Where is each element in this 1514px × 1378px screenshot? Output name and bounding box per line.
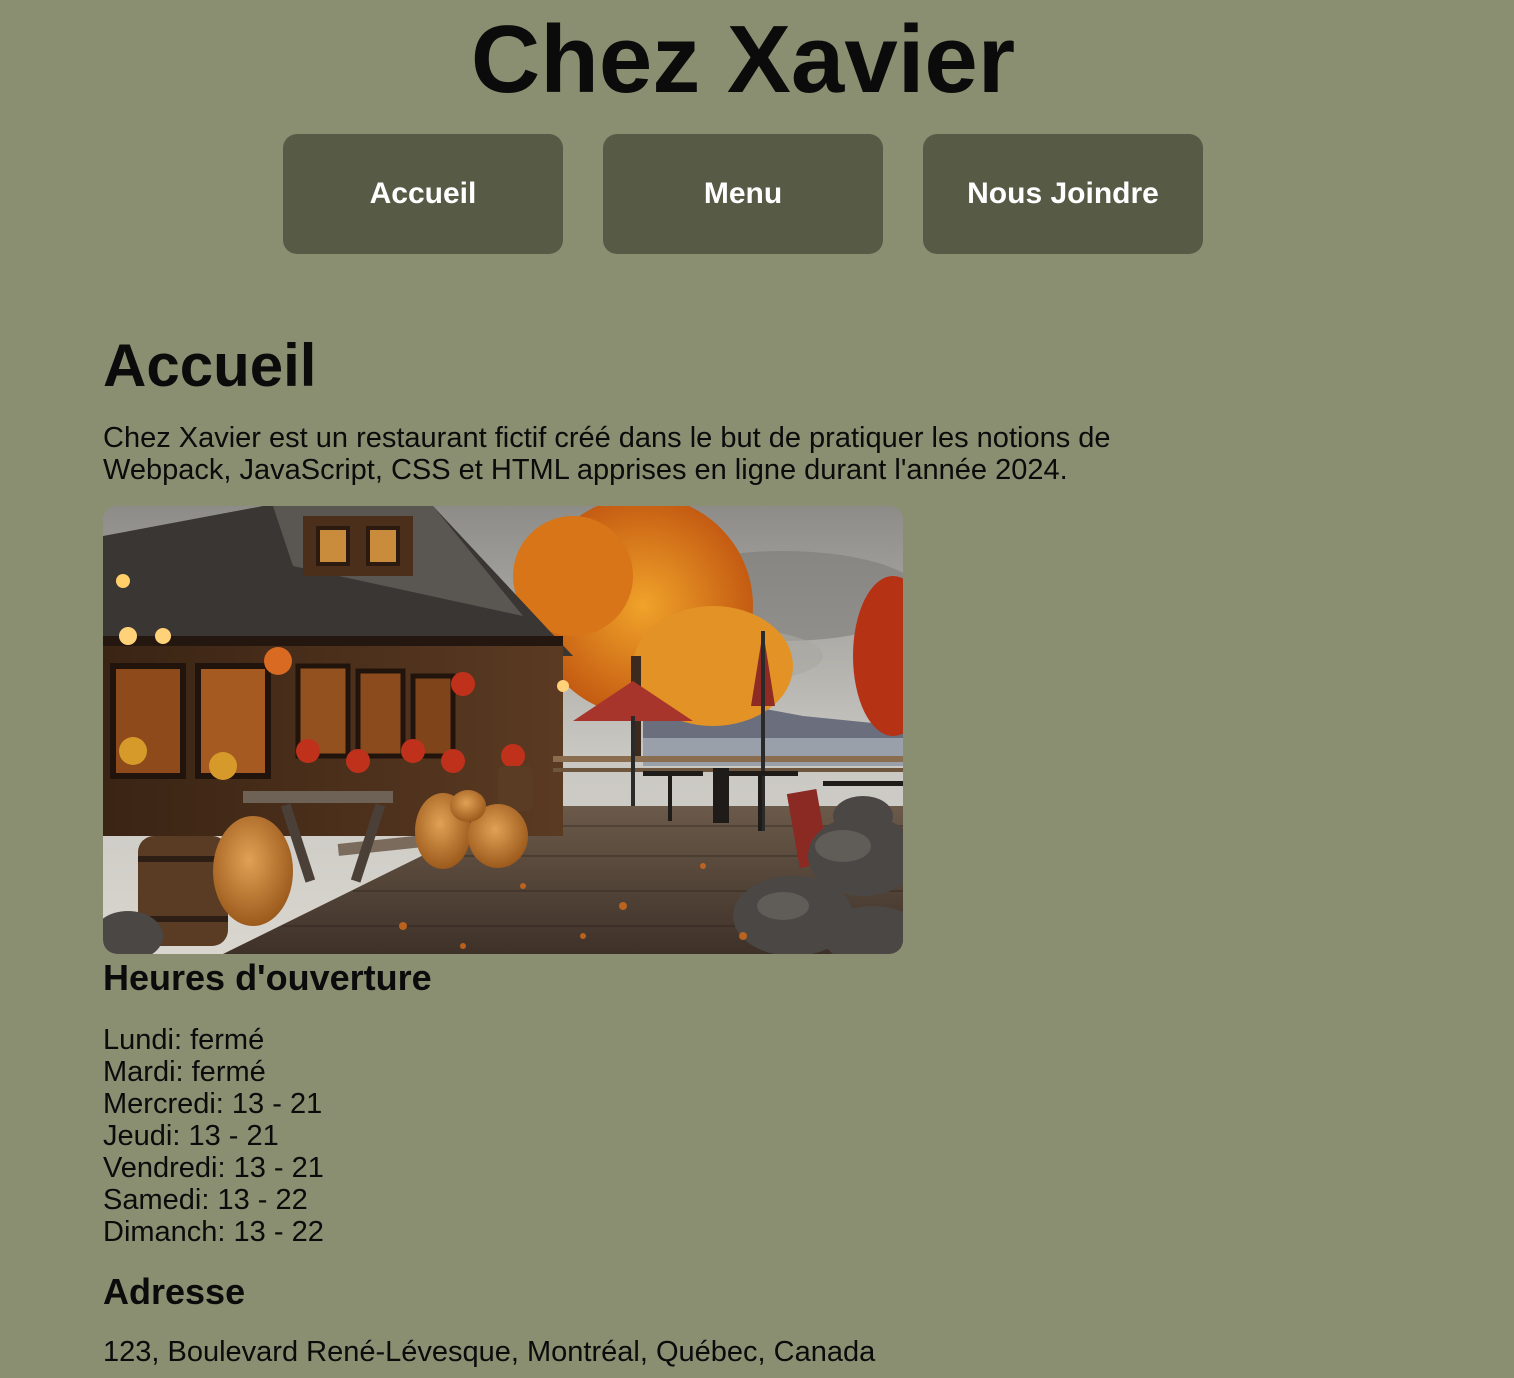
intro-line-1: Chez Xavier est un restaurant fictif cré… <box>103 422 1111 454</box>
site-title: Chez Xavier <box>470 6 1016 113</box>
hours-line-mardi: Mardi: fermé <box>103 1056 266 1088</box>
hours-line-samedi: Samedi: 13 - 22 <box>103 1184 308 1216</box>
restaurant-image <box>103 506 903 954</box>
hours-line-dimanche: Dimanch: 13 - 22 <box>103 1216 324 1248</box>
hours-title: Heures d'ouverture <box>103 957 432 998</box>
hours-line-mercredi: Mercredi: 13 - 21 <box>103 1088 323 1120</box>
intro-paragraph: Chez Xavier est un restaurant fictif cré… <box>103 422 1283 486</box>
main-content: Accueil Chez Xavier est un restaurant fi… <box>103 330 1343 1368</box>
nav-button-accueil[interactable]: Accueil <box>283 134 563 254</box>
address-text: 123, Boulevard René-Lévesque, Montréal, … <box>103 1336 876 1368</box>
nav-button-nous-joindre[interactable]: Nous Joindre <box>923 134 1203 254</box>
hours-line-vendredi: Vendredi: 13 - 21 <box>103 1152 324 1184</box>
intro-line-2: Webpack, JavaScript, CSS et HTML apprise… <box>103 454 1068 486</box>
main-nav: Accueil Menu Nous Joindre <box>283 134 1203 254</box>
page-title: Accueil <box>103 332 317 399</box>
address-title: Adresse <box>103 1271 246 1312</box>
hours-list: Lundi: fermé Mardi: fermé Mercredi: 13 -… <box>103 1024 1343 1248</box>
hours-line-lundi: Lundi: fermé <box>103 1024 265 1056</box>
nav-button-menu[interactable]: Menu <box>603 134 883 254</box>
hours-line-jeudi: Jeudi: 13 - 21 <box>103 1120 279 1152</box>
